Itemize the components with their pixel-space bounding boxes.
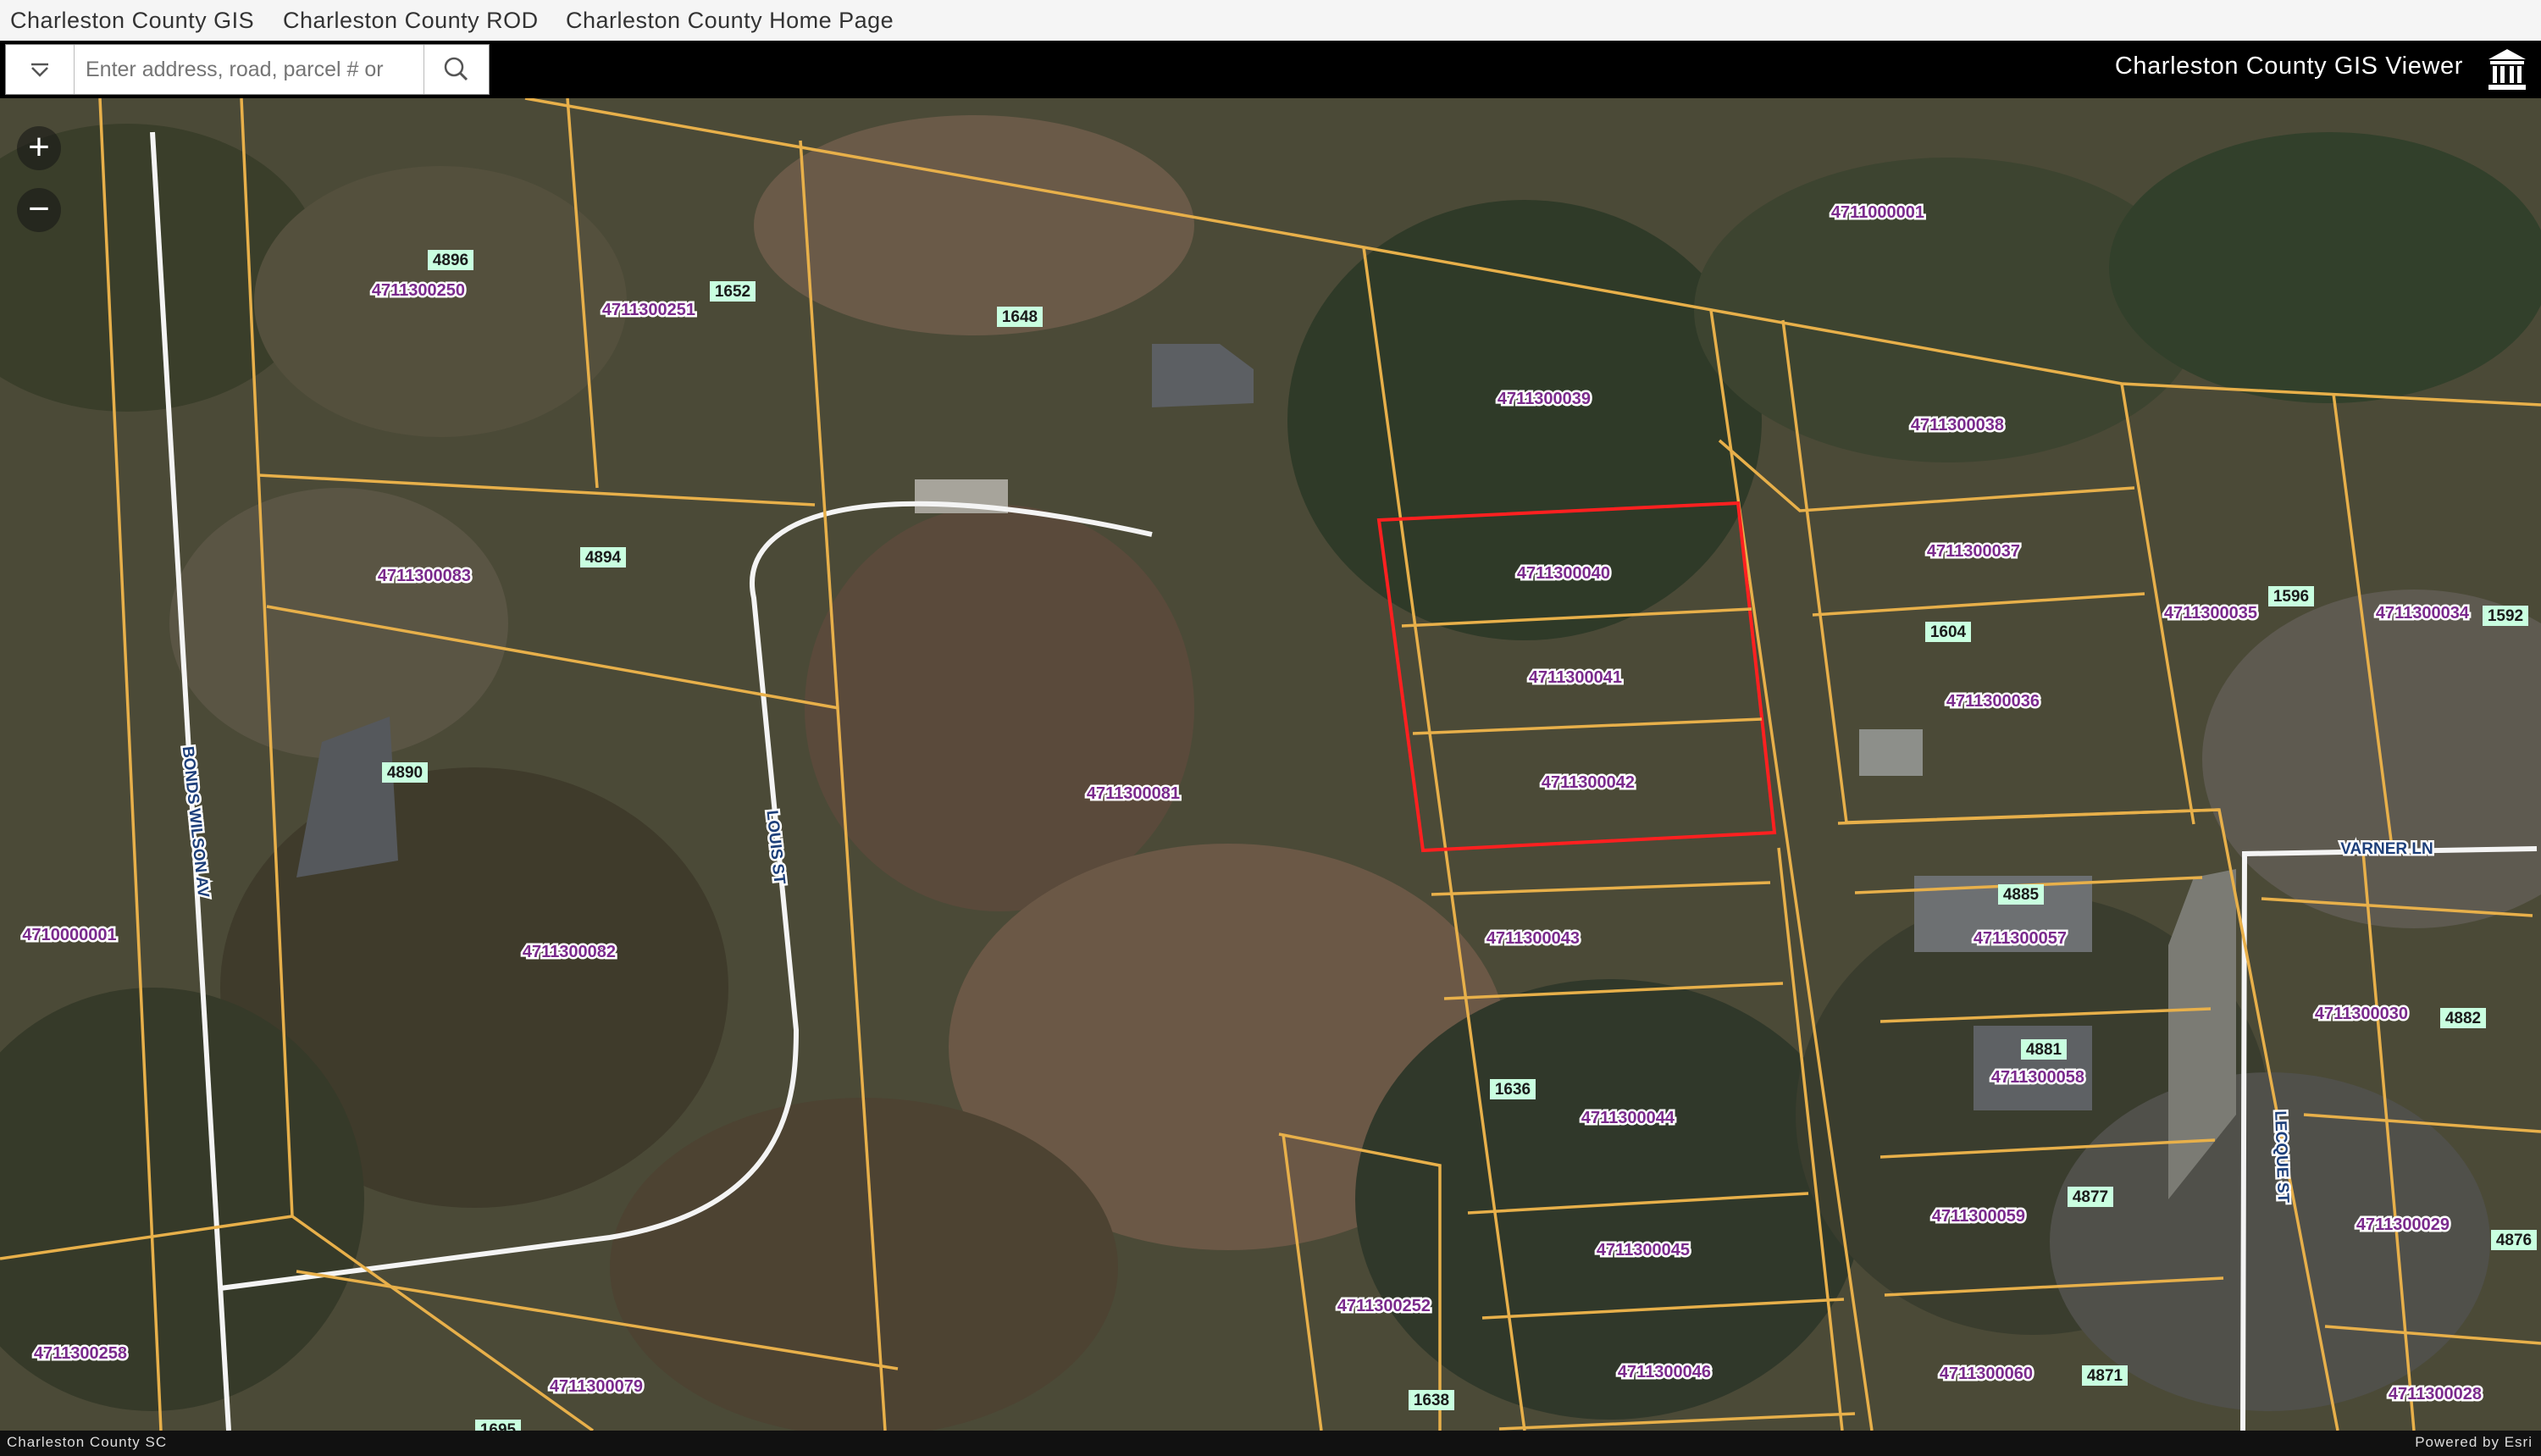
parcel-label: 4711300034: [2376, 604, 2470, 623]
search-icon: [444, 57, 468, 81]
aerial-map: 4711300250 4711300251 4711000001 4711300…: [0, 98, 2541, 1431]
link-county-gis[interactable]: Charleston County GIS: [10, 8, 254, 34]
address-label: 1648: [1002, 308, 1038, 326]
link-county-home[interactable]: Charleston County Home Page: [566, 8, 894, 34]
courthouse-icon: [2488, 49, 2526, 90]
search-box: [5, 44, 490, 95]
parcel-label: 4711300079: [550, 1377, 643, 1396]
road-label-varner: VARNER LN: [2340, 840, 2433, 858]
chevron-down-icon: [31, 63, 48, 77]
address-label: 4881: [2026, 1041, 2062, 1059]
zoom-in-button[interactable]: +: [17, 126, 61, 170]
parcel-label: 4710000001: [22, 926, 116, 944]
parcel-label: 4711300029: [2356, 1215, 2450, 1234]
map-view[interactable]: 4711300250 4711300251 4711000001 4711300…: [0, 98, 2541, 1431]
map-footer: Charleston County SC Powered by Esri: [0, 1431, 2541, 1456]
parcel-label: 4711300028: [2389, 1385, 2482, 1403]
road-label-lecque: LECQUE ST: [2271, 1110, 2292, 1204]
parcel-label: 4711300039: [1497, 390, 1591, 408]
address-label: 4877: [2073, 1188, 2108, 1206]
parcel-label: 4711300081: [1087, 784, 1180, 803]
address-label: 1652: [715, 283, 750, 301]
parcel-label: 4711300044: [1581, 1109, 1675, 1127]
address-label: 4896: [433, 252, 468, 269]
parcel-label: 4711300250: [372, 281, 465, 300]
address-label: 1636: [1495, 1081, 1531, 1099]
address-label: 1695: [480, 1421, 517, 1431]
parcel-label: 4711300043: [1486, 929, 1580, 948]
address-label: 1604: [1930, 623, 1967, 641]
parcel-label: 4711300045: [1597, 1241, 1690, 1259]
app-title: Charleston County GIS Viewer: [2114, 53, 2463, 80]
plus-icon: +: [28, 126, 50, 168]
address-label: 4885: [2003, 886, 2040, 904]
address-label: 4890: [387, 764, 423, 782]
zoom-out-button[interactable]: −: [17, 188, 61, 232]
link-county-rod[interactable]: Charleston County ROD: [283, 8, 539, 34]
parcel-label: 4711300058: [1991, 1068, 2084, 1087]
parcel-label: 4711300046: [1618, 1363, 1711, 1381]
address-label: 1638: [1414, 1392, 1449, 1409]
parcel-label: 4711300251: [602, 301, 695, 319]
address-label: 4871: [2087, 1367, 2123, 1385]
map-attribution: Charleston County SC: [7, 1434, 168, 1450]
address-label: 4876: [2496, 1232, 2532, 1249]
address-label: 1596: [2273, 588, 2309, 606]
parcel-label: 4711000001: [1831, 203, 1924, 222]
parcel-label: 4711300038: [1911, 416, 2004, 435]
search-source-dropdown[interactable]: [6, 45, 75, 94]
address-label: 1592: [2488, 607, 2523, 625]
search-input[interactable]: [84, 52, 426, 87]
address-label: 4894: [585, 549, 622, 567]
parcel-label: 4711300030: [2315, 1005, 2408, 1023]
parcel-label: 4711300059: [1932, 1207, 2025, 1226]
parcel-label: 4711300041: [1529, 668, 1622, 687]
parcel-label: 4711300036: [1946, 692, 2040, 711]
parcel-label: 4711300035: [2164, 604, 2257, 623]
parcel-label: 4711300258: [34, 1344, 127, 1363]
minus-icon: −: [28, 188, 50, 230]
parcel-label: 4711300082: [523, 943, 616, 961]
parcel-label: 4711300040: [1517, 564, 1610, 583]
parcel-label: 4711300083: [378, 567, 471, 585]
top-link-bar: Charleston County GIS Charleston County …: [0, 0, 2541, 42]
parcel-label: 4711300037: [1927, 542, 2020, 561]
parcel-label: 4711300057: [1974, 929, 2067, 948]
search-button[interactable]: [424, 45, 489, 94]
esri-credit: Powered by Esri: [2415, 1434, 2533, 1450]
parcel-label: 4711300252: [1337, 1297, 1431, 1315]
parcel-label: 4711300060: [1940, 1365, 2033, 1383]
address-label: 4882: [2445, 1010, 2481, 1027]
parcel-label: 4711300042: [1542, 773, 1635, 792]
